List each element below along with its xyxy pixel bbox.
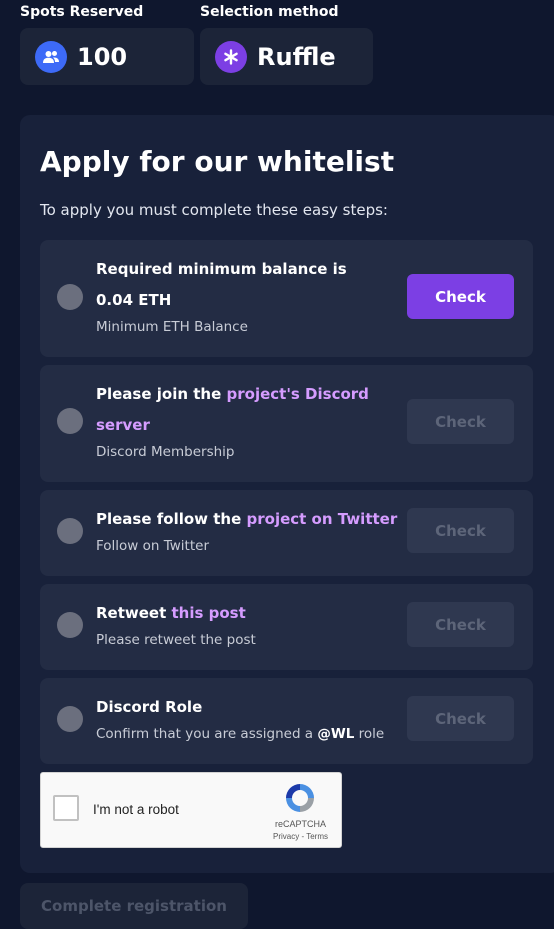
step-status-radio xyxy=(57,518,83,544)
recaptcha-links: Privacy - Terms xyxy=(273,832,328,841)
panel-subtitle: To apply you must complete these easy st… xyxy=(40,201,388,219)
stat-selection-method: Ruffle xyxy=(200,28,373,85)
step-discord-role: Discord Role Confirm that you are assign… xyxy=(40,678,533,764)
step-title: Please join the project's Discord server xyxy=(96,385,369,434)
check-role-button[interactable]: Check xyxy=(407,696,514,741)
step-title: Please follow the project on Twitter xyxy=(96,510,398,528)
step-description: Confirm that you are assigned a @WL role xyxy=(96,726,385,742)
twitter-project-link[interactable]: project on Twitter xyxy=(247,510,398,528)
step-twitter-follow: Please follow the project on Twitter Fol… xyxy=(40,490,533,576)
step-retweet: Retweet this post Please retweet the pos… xyxy=(40,584,533,670)
step-status-radio xyxy=(57,612,83,638)
check-discord-button[interactable]: Check xyxy=(407,399,514,444)
step-title: Retweet this post xyxy=(96,604,246,622)
complete-registration-button[interactable]: Complete registration xyxy=(20,883,248,929)
stat-selection-label: Selection method xyxy=(200,4,339,20)
users-icon xyxy=(35,40,67,73)
whitelist-panel: Apply for our whitelist To apply you mus… xyxy=(20,115,554,873)
step-min-balance: Required minimum balance is 0.04 ETH Min… xyxy=(40,240,533,357)
recaptcha-logo-icon xyxy=(286,784,314,812)
recaptcha-label: I'm not a robot xyxy=(93,802,179,817)
check-balance-button[interactable]: Check xyxy=(407,274,514,319)
step-title: Discord Role xyxy=(96,698,203,716)
recaptcha-terms-link[interactable]: Terms xyxy=(306,832,328,841)
step-description: Please retweet the post xyxy=(96,632,256,648)
step-description: Follow on Twitter xyxy=(96,538,209,554)
step-description: Discord Membership xyxy=(96,444,235,460)
selection-method-value: Ruffle xyxy=(257,42,336,71)
recaptcha-brand: reCAPTCHA xyxy=(275,819,327,829)
step-status-radio xyxy=(57,408,83,434)
retweet-post-link[interactable]: this post xyxy=(172,604,246,622)
stat-spots-reserved: 100 xyxy=(20,28,194,85)
step-status-radio xyxy=(57,284,83,310)
check-twitter-button[interactable]: Check xyxy=(407,508,514,553)
recaptcha-privacy-link[interactable]: Privacy xyxy=(273,832,299,841)
step-description: Minimum ETH Balance xyxy=(96,319,248,335)
check-retweet-button[interactable]: Check xyxy=(407,602,514,647)
panel-title: Apply for our whitelist xyxy=(40,145,395,178)
step-status-radio xyxy=(57,706,83,732)
recaptcha-widget: I'm not a robot reCAPTCHA Privacy - Term… xyxy=(40,772,342,848)
wl-role-tag: @WL xyxy=(317,726,355,742)
stat-spots-label: Spots Reserved xyxy=(20,4,144,20)
spots-reserved-value: 100 xyxy=(77,42,128,71)
step-discord-membership: Please join the project's Discord server… xyxy=(40,365,533,482)
step-title: Required minimum balance is 0.04 ETH xyxy=(96,260,347,309)
recaptcha-checkbox[interactable] xyxy=(53,795,79,821)
asterisk-icon xyxy=(215,40,247,73)
